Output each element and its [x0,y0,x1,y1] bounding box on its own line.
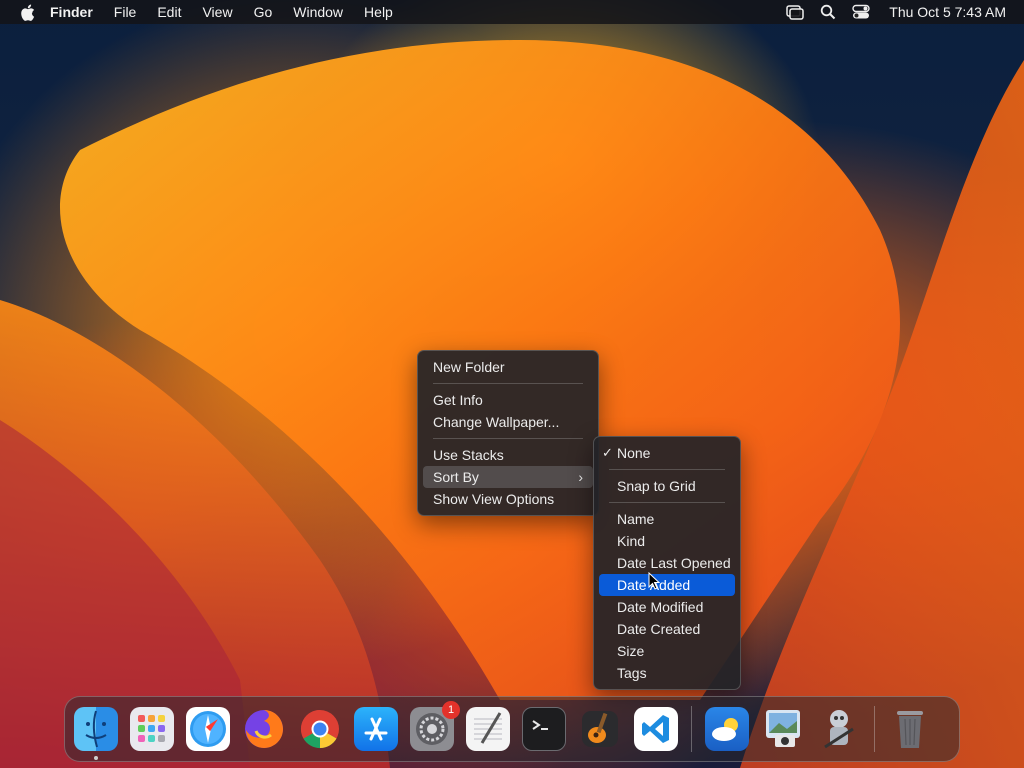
sort-option-tags[interactable]: Tags [599,662,735,684]
safari-icon[interactable] [186,707,230,751]
launchpad-icon[interactable] [130,707,174,751]
menu-item-sort-by[interactable]: Sort By › [423,466,593,488]
garageband-icon[interactable] [578,707,622,751]
menu-separator [433,438,583,439]
chrome-icon[interactable] [298,707,342,751]
sort-option-kind[interactable]: Kind [599,530,735,552]
menu-item-show-view-options[interactable]: Show View Options [423,488,593,510]
sort-option-date-last-opened[interactable]: Date Last Opened [599,552,735,574]
vscode-icon[interactable] [634,707,678,751]
chevron-right-icon: › [578,469,583,485]
menu-help[interactable]: Help [364,4,393,20]
sort-option-none-label: None [617,445,651,461]
sort-option-date-added[interactable]: Date Added [599,574,735,596]
menu-item-use-stacks[interactable]: Use Stacks [423,444,593,466]
sort-by-submenu: ✓ None Snap to Grid Name Kind Date Last … [593,436,741,690]
dock: 1 [64,696,960,762]
firefox-icon[interactable] [242,707,286,751]
sort-option-name[interactable]: Name [599,508,735,530]
menu-app-name[interactable]: Finder [50,4,93,20]
search-icon[interactable] [818,2,838,22]
weather-icon[interactable] [705,707,749,751]
app-store-icon[interactable] [354,707,398,751]
control-center-icon[interactable] [851,2,871,22]
menu-window[interactable]: Window [293,4,343,20]
dock-divider [874,706,875,752]
menu-separator [433,383,583,384]
apple-menu-icon[interactable] [18,3,36,21]
menu-bar: Finder File Edit View Go Window Help Thu… [0,0,1024,24]
sort-option-date-created[interactable]: Date Created [599,618,735,640]
automator-icon[interactable] [817,707,861,751]
menu-item-change-wallpaper[interactable]: Change Wallpaper... [423,411,593,433]
menu-separator [609,502,725,503]
screen-mirroring-icon[interactable] [785,2,805,22]
menu-item-sort-by-label: Sort By [433,469,479,485]
desktop-context-menu: New Folder Get Info Change Wallpaper... … [417,350,599,516]
textedit-icon[interactable] [466,707,510,751]
sort-option-size[interactable]: Size [599,640,735,662]
sort-option-date-modified[interactable]: Date Modified [599,596,735,618]
sort-option-none[interactable]: ✓ None [599,442,735,464]
running-indicator [94,756,98,760]
system-settings-icon[interactable]: 1 [410,701,460,751]
notification-badge: 1 [442,701,460,719]
menu-file[interactable]: File [114,4,137,20]
menu-clock[interactable]: Thu Oct 5 7:43 AM [889,4,1006,20]
sort-option-snap-to-grid[interactable]: Snap to Grid [599,475,735,497]
terminal-icon[interactable] [522,707,566,751]
trash-icon[interactable] [888,707,932,751]
menu-view[interactable]: View [202,4,232,20]
preview-icon[interactable] [761,707,805,751]
menu-edit[interactable]: Edit [157,4,181,20]
mouse-pointer-icon [648,572,660,590]
menu-item-get-info[interactable]: Get Info [423,389,593,411]
menu-separator [609,469,725,470]
menu-item-new-folder[interactable]: New Folder [423,356,593,378]
menu-go[interactable]: Go [254,4,273,20]
dock-divider [691,706,692,752]
finder-icon[interactable] [74,707,118,760]
checkmark-icon: ✓ [602,445,613,460]
